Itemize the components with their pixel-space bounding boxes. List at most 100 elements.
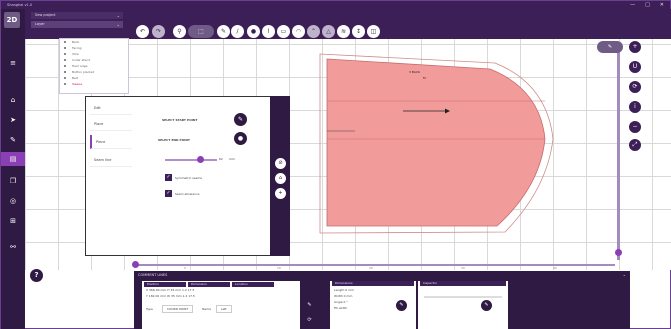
type-row: Type COORD POINT Name Left bbox=[142, 305, 300, 313]
layer-dropdown-value: Layer bbox=[35, 22, 45, 26]
tab-piece[interactable]: Piece bbox=[90, 135, 132, 149]
notch-tool-button[interactable]: ⌃ bbox=[307, 25, 320, 38]
panel-close-icon[interactable]: ⊘ bbox=[275, 158, 286, 169]
pointer-icon[interactable]: ➤ bbox=[7, 114, 19, 126]
link-icon[interactable]: ⚯ bbox=[7, 241, 19, 253]
layer-dot-icon bbox=[64, 59, 66, 61]
inspector-section: Inspector bbox=[418, 281, 508, 329]
layer-dot-icon bbox=[64, 65, 66, 67]
zoom-in-button[interactable]: + bbox=[629, 41, 641, 53]
layer-list: Back Facing Yoke Collar stand Hem edge B… bbox=[59, 38, 129, 94]
grid-icon[interactable]: ⊞ bbox=[7, 215, 19, 227]
top-toolbar: Sew project ⌄ Layer ⌄ ↶ ↷ ⚲ ⬚ ✎ ∕ ● ⌇ ▭ … bbox=[25, 9, 671, 39]
menu-icon[interactable]: ≡ bbox=[7, 57, 19, 69]
seam-width-slider[interactable] bbox=[165, 159, 217, 161]
slider-tick: 0 bbox=[184, 266, 186, 270]
apply-position-icon[interactable]: ✎ bbox=[304, 300, 315, 311]
knife-tool-button[interactable]: ∕ bbox=[231, 25, 244, 38]
app-window: Shanghai v1.0 — □ ✕ 2D ≡ ⌂ ➤ ✎ ▤ ❐ ◎ ⊞ ⚯… bbox=[0, 0, 671, 329]
edit-pill-button[interactable]: ✎ bbox=[597, 41, 623, 53]
window-title: Shanghai v1.0 bbox=[7, 3, 33, 7]
help-icon[interactable]: ? bbox=[30, 269, 43, 282]
slider-value: 62 bbox=[219, 157, 223, 161]
title-bar: Shanghai v1.0 — □ ✕ bbox=[1, 1, 670, 9]
apply-dimensions-icon[interactable]: ✎ bbox=[396, 300, 407, 311]
horizontal-slider-knob[interactable] bbox=[132, 261, 139, 268]
layer-dropdown[interactable]: Layer ⌄ bbox=[31, 21, 123, 28]
apply-inspector-icon[interactable]: ✎ bbox=[481, 300, 492, 311]
slider-unit: mm bbox=[229, 157, 235, 161]
user-button[interactable]: U bbox=[629, 61, 641, 73]
layer-label: Back bbox=[72, 40, 80, 44]
redo-button[interactable]: ↷ bbox=[152, 25, 165, 38]
zoom-out-button[interactable]: − bbox=[629, 121, 641, 133]
polyline-tool-button[interactable]: ⌇ bbox=[262, 25, 275, 38]
bottom-panel-title: COMMENT LINES bbox=[138, 273, 168, 277]
copy-icon[interactable]: ❐ bbox=[7, 175, 19, 187]
seam-width-slider-knob[interactable] bbox=[197, 156, 204, 163]
dart-tool-button[interactable]: △ bbox=[322, 25, 335, 38]
minimize-button[interactable]: — bbox=[630, 1, 635, 9]
refresh-button[interactable]: ⟳ bbox=[629, 81, 641, 93]
panel-expand-icon[interactable]: + bbox=[275, 188, 286, 199]
circle-tool-button[interactable]: ● bbox=[247, 25, 260, 38]
pen-icon[interactable]: ✎ bbox=[7, 134, 19, 146]
bottom-panel: COMMENT LINES ⌄ Position Dimension Locat… bbox=[134, 271, 630, 329]
section-header: Inspector bbox=[420, 281, 506, 286]
layer-label: Button placket bbox=[72, 70, 94, 74]
layer-label: Belt bbox=[72, 76, 78, 80]
layers-icon[interactable]: ▤ bbox=[7, 153, 19, 165]
pleat-tool-button[interactable]: ≋ bbox=[337, 25, 350, 38]
position-section: Position Dimension Location X 366.00 mm … bbox=[142, 281, 300, 329]
reset-position-icon[interactable]: ⟳ bbox=[304, 315, 315, 326]
select-tool-button[interactable]: ⬚ bbox=[188, 25, 214, 38]
chevron-down-icon[interactable]: ⌄ bbox=[623, 271, 626, 279]
app-logo: 2D bbox=[4, 12, 20, 28]
section-header: Dimensions bbox=[332, 281, 414, 286]
chevron-down-icon: ⌄ bbox=[116, 22, 120, 27]
globe-icon[interactable]: ◎ bbox=[7, 195, 19, 207]
tab-place[interactable]: Place bbox=[90, 117, 132, 131]
layer-label: Hem edge bbox=[72, 64, 88, 68]
type-select[interactable]: COORD POINT bbox=[161, 305, 194, 313]
layer-dot-icon bbox=[64, 53, 66, 55]
tab-edit[interactable]: Edit bbox=[90, 101, 132, 115]
name-select[interactable]: Left bbox=[215, 305, 232, 313]
position-row-y[interactable]: Y 182.00 mm W 35 mm 1.2 17.5 bbox=[142, 293, 300, 299]
list-item-selected[interactable]: Sleeve bbox=[60, 81, 128, 87]
pick-end-point-icon[interactable]: ● bbox=[234, 132, 247, 145]
layer-label: Collar stand bbox=[72, 58, 91, 62]
info-button[interactable]: i bbox=[629, 101, 641, 113]
layer-label: Sleeve bbox=[72, 82, 83, 86]
measure-tool-button[interactable]: ◫ bbox=[367, 25, 380, 38]
layer-dot-icon bbox=[64, 41, 66, 43]
project-dropdown-value: Sew project bbox=[35, 13, 56, 17]
arc-tool-button[interactable]: ◠ bbox=[292, 25, 305, 38]
pen-tool-button[interactable]: ✎ bbox=[217, 25, 230, 38]
fit-button[interactable]: ⤢ bbox=[629, 139, 641, 151]
panel-home-icon[interactable]: ⌂ bbox=[275, 173, 286, 184]
maximize-button[interactable]: □ bbox=[645, 1, 650, 9]
piece-label-size: M bbox=[423, 76, 426, 80]
pattern-piece-shape bbox=[326, 58, 546, 227]
slider-tick: 40 bbox=[553, 266, 557, 270]
vertical-slider-knob[interactable] bbox=[615, 249, 622, 256]
seam-allowance-checkbox[interactable]: ✓ bbox=[165, 190, 172, 197]
pin-button[interactable]: ⚲ bbox=[173, 25, 186, 38]
pick-start-pen-icon[interactable]: ✎ bbox=[234, 113, 247, 126]
close-button[interactable]: ✕ bbox=[660, 1, 664, 9]
project-dropdown[interactable]: Sew project ⌄ bbox=[31, 12, 123, 19]
name-label: Name bbox=[202, 307, 211, 311]
horizontal-slider[interactable] bbox=[135, 264, 615, 266]
undo-button[interactable]: ↶ bbox=[136, 25, 149, 38]
home-icon[interactable]: ⌂ bbox=[7, 94, 19, 106]
inspector-bar bbox=[424, 296, 502, 298]
piece-label-tag: 3 BACK bbox=[409, 70, 420, 74]
slider-tick: 10 bbox=[277, 266, 281, 270]
tab-seam-line[interactable]: Seam line bbox=[90, 153, 132, 167]
vertical-slider[interactable] bbox=[617, 48, 620, 260]
grain-tool-button[interactable]: ↕ bbox=[352, 25, 365, 38]
symmetric-checkbox-label: Symmetric seams bbox=[175, 176, 202, 180]
symmetric-checkbox[interactable]: ✓ bbox=[165, 174, 172, 181]
rect-tool-button[interactable]: ▭ bbox=[277, 25, 290, 38]
